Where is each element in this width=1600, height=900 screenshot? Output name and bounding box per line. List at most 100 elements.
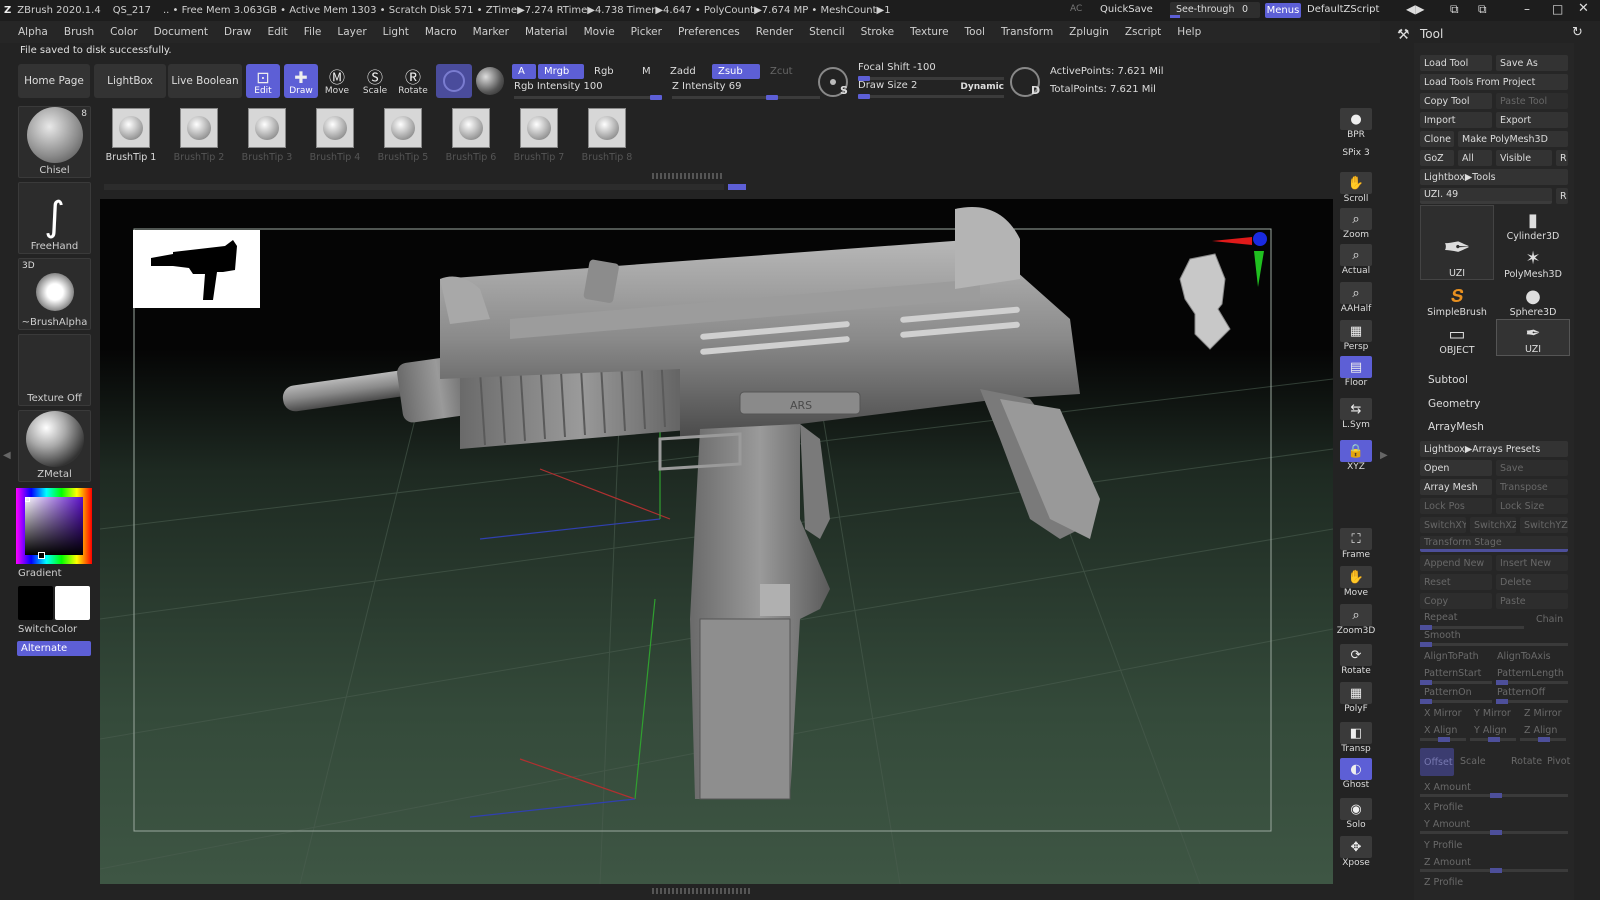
brushtip-2[interactable]: BrushTip 2 [172,108,226,163]
mrgb-toggle[interactable]: Mrgb [538,64,584,79]
tool-tile-cylinder3d[interactable]: ▮ Cylinder3D [1496,205,1570,242]
default-zscript[interactable]: DefaultZScript [1307,4,1379,15]
bottom-tray-handle[interactable] [652,888,752,894]
pattern-off-slider-label[interactable]: PatternOff [1497,687,1545,698]
close-icon[interactable]: ✕ [1578,1,1589,16]
brushtip-1[interactable]: BrushTip 1 [104,108,158,163]
smooth-slider-label[interactable]: Smooth [1424,630,1461,641]
pattern-on-slider-label[interactable]: PatternOn [1424,687,1472,698]
pattern-on-slider[interactable] [1420,699,1492,704]
menu-help[interactable]: Help [1169,26,1209,38]
menu-render[interactable]: Render [748,26,801,38]
x-profile-curve[interactable]: X Profile [1424,802,1463,813]
make-polymesh3d-button[interactable]: Make PolyMesh3D [1458,131,1568,147]
a-toggle[interactable]: A [512,64,536,79]
rotate-button[interactable]: ⟳ Rotate [1339,644,1373,676]
x-amount-slider[interactable] [1420,793,1568,798]
alpha-selector[interactable]: 3D ~BrushAlpha [18,258,91,330]
zoom-button[interactable]: ⌕ Zoom [1339,208,1373,240]
live-boolean-button[interactable]: Live Boolean [168,64,242,98]
xyz-button[interactable]: 🔒 XYZ [1339,440,1373,472]
insert-new-button[interactable]: Insert New [1496,555,1568,571]
menu-edit[interactable]: Edit [259,26,295,38]
brushtip-scrollbar[interactable] [104,184,724,190]
menu-picker[interactable]: Picker [623,26,670,38]
l-sym-button[interactable]: ⇆ L.Sym [1339,398,1373,430]
aahalf-button[interactable]: ⌕ AAHalf [1339,282,1373,314]
uzi-r-button[interactable]: R [1556,188,1568,204]
switch-yz-button[interactable]: SwitchYZ [1520,517,1568,533]
geometry-section-header[interactable]: Geometry [1428,398,1480,410]
material-swatch-icon[interactable] [476,67,504,95]
transform-stage-slider[interactable]: Transform Stage [1420,536,1568,552]
layout2-icon[interactable]: ⧉ [1478,2,1487,17]
arraymesh-save-button[interactable]: Save [1496,460,1568,476]
menu-file[interactable]: File [296,26,330,38]
pattern-start-slider[interactable] [1420,680,1492,685]
switchcolor-button[interactable]: SwitchColor [18,624,77,635]
menu-brush[interactable]: Brush [56,26,102,38]
pattern-off-slider[interactable] [1496,699,1568,704]
color-square[interactable] [25,497,83,555]
polyf-button[interactable]: ▦ PolyF [1339,682,1373,714]
quicksave-button[interactable]: QuickSave [1100,4,1153,15]
arraymesh-open-button[interactable]: Open [1420,460,1492,476]
brushtip-drag-handle[interactable] [652,173,724,179]
align-to-axis-toggle[interactable]: AlignToAxis [1497,651,1551,662]
brushtip-6[interactable]: BrushTip 6 [444,108,498,163]
subtool-section-header[interactable]: Subtool [1428,374,1468,386]
zadd-toggle[interactable]: Zadd [664,64,704,79]
menus-toggle[interactable]: Menus [1265,3,1301,18]
z-align-slider-label[interactable]: Z Align [1524,725,1557,736]
chain-toggle[interactable]: Chain [1536,614,1563,625]
x-align-slider-label[interactable]: X Align [1424,725,1457,736]
menu-macro[interactable]: Macro [417,26,465,38]
transp-button[interactable]: ◧ Transp [1339,722,1373,754]
left-tray-collapse-icon[interactable]: ◀ [3,450,11,461]
scale-mode-button[interactable]: Ⓢ Scale [358,64,392,98]
goz-visible-button[interactable]: Visible [1496,150,1552,166]
smooth-slider[interactable] [1420,642,1568,647]
brush-selector[interactable]: 8 Chisel [18,106,91,178]
stroke-selector[interactable]: ∫ FreeHand [18,182,91,254]
ac-label[interactable]: AC [1070,4,1082,14]
draw-size-slider[interactable]: Draw Size 2 Dynamic [858,80,1004,99]
z-profile-curve[interactable]: Z Profile [1424,877,1463,888]
refresh-icon[interactable]: ↻ [1572,25,1583,40]
gizmo-button[interactable] [436,64,472,98]
minimize-icon[interactable]: – [1524,2,1530,16]
load-tools-from-project-button[interactable]: Load Tools From Project [1420,74,1568,90]
goz-r-button[interactable]: R [1556,150,1568,166]
tool-tile-object[interactable]: ▭ OBJECT [1420,319,1494,356]
brushtip-8[interactable]: BrushTip 8 [580,108,634,163]
goz-all-button[interactable]: All [1458,150,1492,166]
menu-stroke[interactable]: Stroke [853,26,902,38]
y-mirror-toggle[interactable]: Y Mirror [1474,708,1511,719]
draw-mode-button[interactable]: ✚ Draw [284,64,318,98]
zsub-toggle[interactable]: Zsub [712,64,760,79]
axis-gizmo-icon[interactable] [1210,227,1270,289]
switch-xy-button[interactable]: SwitchXY [1420,517,1466,533]
transpose-toggle[interactable]: Transpose [1496,479,1568,495]
pivot-tab[interactable]: Pivot [1547,756,1570,767]
repeat-slider[interactable] [1420,625,1524,630]
paste-tool-button[interactable]: Paste Tool [1496,93,1568,109]
xpose-button[interactable]: ✥ Xpose [1339,836,1373,868]
layout-icon[interactable]: ⧉ [1450,2,1459,17]
move-mode-button[interactable]: Ⓜ Move [320,64,354,98]
clone-button[interactable]: Clone [1420,131,1454,147]
menu-zscript[interactable]: Zscript [1117,26,1169,38]
reference-thumbnail[interactable] [133,230,260,308]
x-amount-slider-label[interactable]: X Amount [1424,782,1471,793]
menu-transform[interactable]: Transform [993,26,1061,38]
tool-tile-uzi[interactable]: ✒ UZI [1420,205,1494,280]
color-cursor-icon[interactable] [25,497,30,502]
gradient-label[interactable]: Gradient [18,568,62,579]
scroll-button[interactable]: ✋ Scroll [1339,172,1373,204]
lightbox-tools-button[interactable]: Lightbox▶Tools [1420,169,1568,185]
secondary-color-swatch[interactable] [55,586,90,620]
menu-stencil[interactable]: Stencil [801,26,853,38]
brushtip-7[interactable]: BrushTip 7 [512,108,566,163]
z-mirror-toggle[interactable]: Z Mirror [1524,708,1562,719]
zcut-toggle[interactable]: Zcut [764,64,804,79]
